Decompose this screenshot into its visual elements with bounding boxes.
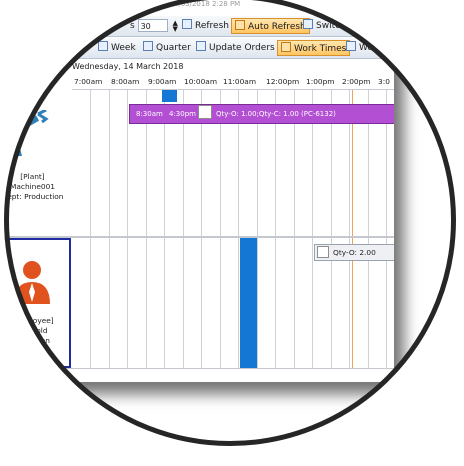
employee-timeline-row[interactable]: Qty-O: 2.00	[72, 238, 394, 368]
gridline	[312, 238, 313, 368]
gridline	[164, 238, 165, 368]
gridline	[109, 90, 110, 236]
magnifier-circle: Start: 14/03/2018 2:28 PM s 30 ▲ ▼ Refres…	[4, 0, 456, 446]
quarter-button[interactable]: Quarter	[143, 40, 191, 56]
refresh-label: Refresh	[195, 21, 229, 31]
scheduler-window: Start: 14/03/2018 2:28 PM s 30 ▲ ▼ Refres…	[4, 0, 394, 382]
quarter-label: Quarter	[156, 43, 191, 53]
person-icon	[14, 261, 50, 304]
update-orders-label: Update Orders	[209, 43, 275, 53]
hour-label: 12:00pm	[266, 77, 300, 86]
robot-arm-icon	[4, 110, 49, 156]
switch-icon	[303, 19, 313, 29]
hour-label: 9:00am	[148, 77, 177, 86]
interval-input[interactable]: 30	[137, 19, 168, 32]
production-order-bar[interactable]: 8:30am 4:30pm Qty-O: 1.00;Qty-C: 1.00 (P…	[129, 104, 394, 124]
work-icon	[346, 41, 356, 51]
spinner-arrows-icon[interactable]: ▲ ▼	[172, 19, 180, 32]
order-status-icon	[317, 246, 329, 258]
grid-bottom-border	[4, 368, 394, 369]
work-times-label: Work Times	[294, 44, 347, 54]
gridline	[90, 90, 91, 236]
toolbar-view: Week Quarter Update Orders Work Times Wo…	[4, 38, 394, 59]
auto-refresh-icon	[235, 20, 245, 30]
work-times-button[interactable]: Work Times	[277, 40, 351, 56]
gridline	[90, 238, 91, 368]
hour-label: 2:00pm	[342, 77, 371, 86]
hour-label: 8:00am	[111, 77, 140, 86]
day-header: Wednesday, 14 March 2018	[72, 60, 394, 74]
hour-scale: 7:00am 8:00am 9:00am 10:00am 11:00am 12:…	[72, 75, 394, 90]
week-label: Week	[111, 43, 136, 53]
order-status-icon	[198, 105, 212, 119]
interval-prefix: s	[130, 21, 135, 31]
gridline	[146, 238, 147, 368]
work-time-marker	[162, 90, 177, 102]
resource-name: s Arnold	[17, 326, 48, 335]
resource-name: Machine001	[9, 182, 56, 191]
hour-label: 3:0	[378, 77, 390, 86]
refresh-icon	[182, 19, 192, 29]
resource-type: [Employee]	[11, 316, 54, 325]
resource-machine[interactable]: [Plant] Machine001 Dept: Production	[4, 90, 71, 236]
order-text: Qty-O: 1.00;Qty-C: 1.00 (PC-6132)	[216, 110, 336, 118]
clock-icon	[281, 42, 291, 52]
gridline	[275, 238, 276, 368]
auto-refresh-label: Auto Refresh	[248, 22, 306, 32]
switch-label: Switc	[316, 21, 341, 31]
calendar-week-icon	[98, 41, 108, 51]
machine-timeline-row[interactable]: 8:30am 4:30pm Qty-O: 1.00;Qty-C: 1.00 (P…	[72, 90, 394, 236]
hour-label: 11:00am	[223, 77, 257, 86]
update-orders-icon	[196, 41, 206, 51]
resource-dept: Dept: Production	[4, 192, 64, 201]
toolbar-top: s 30 ▲ ▼ Refresh Auto Refresh Switc	[4, 16, 394, 37]
interval-spinner[interactable]: s 30 ▲ ▼	[130, 18, 180, 34]
hour-label: 10:00am	[184, 77, 218, 86]
gridline	[238, 238, 239, 368]
resource-employee[interactable]: [Employee] s Arnold roduction	[4, 238, 71, 368]
hour-label: 7:00am	[74, 77, 103, 86]
auto-refresh-button[interactable]: Auto Refresh	[231, 18, 310, 34]
switch-button[interactable]: Switc	[303, 18, 340, 34]
day-label: Wednesday, 14 March 2018	[72, 62, 184, 71]
order-start: 8:30am	[136, 110, 163, 118]
order-end: 4:30pm	[169, 110, 196, 118]
gridline	[109, 238, 110, 368]
gridline	[183, 238, 184, 368]
gridline	[127, 90, 128, 236]
calendar-quarter-icon	[143, 41, 153, 51]
resource-type: [Plant]	[20, 172, 45, 181]
tag-text: Qty-O: 2.00	[333, 248, 376, 257]
gridline	[294, 238, 295, 368]
work-time-block[interactable]	[240, 238, 257, 368]
hour-label: 1:00pm	[306, 77, 335, 86]
gridline	[127, 238, 128, 368]
gridline	[257, 238, 258, 368]
update-orders-button[interactable]: Update Orders	[196, 40, 275, 56]
work-label: Wor	[359, 43, 377, 53]
screenshot-scene: Start: 14/03/2018 2:28 PM s 30 ▲ ▼ Refres…	[0, 0, 464, 466]
refresh-button[interactable]: Refresh	[182, 18, 229, 34]
week-button[interactable]: Week	[98, 40, 136, 56]
employee-order-tag[interactable]: Qty-O: 2.00	[314, 244, 394, 261]
gridline	[220, 238, 221, 368]
work-button[interactable]: Wor	[346, 40, 377, 56]
gridline	[201, 238, 202, 368]
resource-dept: roduction	[15, 336, 50, 345]
